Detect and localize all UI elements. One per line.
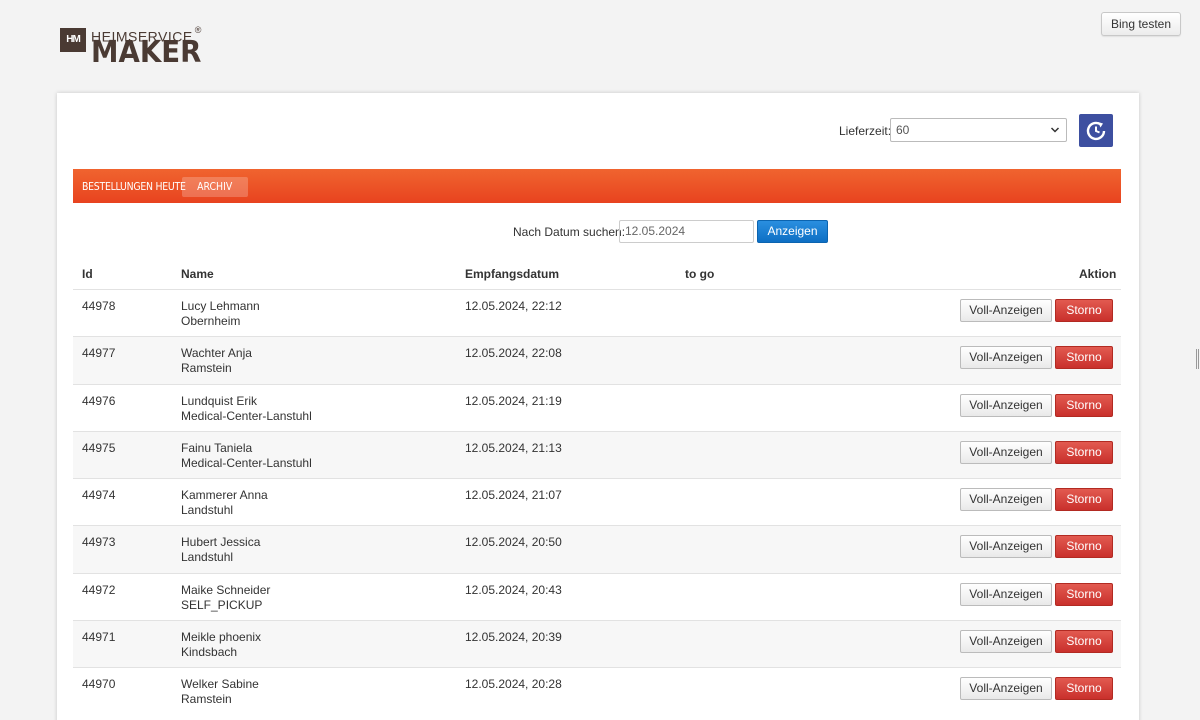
table-row: 44970 Welker Sabine Ramstein 12.05.2024, … [73,667,1121,714]
customer-city: Medical-Center-Lanstuhl [181,408,312,423]
tab-archiv[interactable]: ARCHIV [182,177,248,197]
customer-city: Ramstein [181,361,232,376]
customer-name: Lucy Lehmann [181,299,260,313]
received-date: 12.05.2024, 21:19 [465,393,562,408]
date-search-label: Nach Datum suchen: [513,225,626,239]
lieferzeit-value: 60 [896,123,910,137]
customer-city: Ramstein [181,692,232,707]
order-id: 44971 [82,630,116,645]
date-search-input[interactable]: 12.05.2024 [619,220,754,243]
cancel-order-button[interactable]: Storno [1055,440,1113,464]
received-date: 12.05.2024, 20:28 [465,677,562,692]
lieferzeit-select[interactable]: 60 [890,118,1067,142]
refresh-clock-icon [1086,121,1106,141]
received-date: 12.05.2024, 20:50 [465,535,562,550]
show-full-button[interactable]: Voll-Anzeigen [960,677,1052,701]
order-id: 44978 [82,299,116,313]
customer-city: Obernheim [181,314,241,328]
show-full-button[interactable]: Voll-Anzeigen [960,393,1052,417]
customer-city: Kindsbach [181,645,238,660]
customer-city: SELF_PICKUP [181,597,263,612]
show-full-button[interactable]: Voll-Anzeigen [960,440,1052,464]
received-date: 12.05.2024, 20:43 [465,582,562,597]
customer-city: Landstuhl [181,550,234,565]
received-date: 12.05.2024, 21:07 [465,488,562,503]
order-id: 44976 [82,393,116,408]
cancel-order-button[interactable]: Storno [1055,535,1113,559]
cancel-order-button[interactable]: Storno [1055,630,1113,654]
header-name: Name [181,267,214,281]
order-id: 44973 [82,535,116,550]
customer-name: Hubert Jessica [181,535,261,550]
logo-registered: ® [194,25,202,35]
customer-name: Kammerer Anna [181,488,268,503]
tab-bar: BESTELLUNGEN HEUTE ARCHIV [73,169,1121,203]
bing-test-button[interactable]: Bing testen [1101,12,1181,36]
received-date: 12.05.2024, 22:12 [465,299,562,313]
resize-handle[interactable] [1196,349,1199,369]
customer-name: Fainu Taniela [181,440,253,455]
order-id: 44970 [82,677,116,692]
order-id: 44975 [82,440,116,455]
order-id: 44977 [82,346,116,361]
table-row: 44972 Maike Schneider SELF_PICKUP 12.05.2… [73,572,1121,620]
table-row: 44973 Hubert Jessica Landstuhl 12.05.2024… [73,525,1121,573]
header-action: Aktion [1079,267,1117,281]
show-full-button[interactable]: Voll-Anzeigen [960,535,1052,559]
header-id: Id [82,267,93,281]
tab-archiv-label: ARCHIV [197,180,233,193]
customer-name: Meikle phoenix [181,630,262,645]
show-full-button[interactable]: Voll-Anzeigen [960,299,1052,322]
show-full-button[interactable]: Voll-Anzeigen [960,630,1052,654]
orders-table: 44978 Lucy Lehmann Obernheim 12.05.2024, … [73,289,1121,715]
table-row: 44971 Meikle phoenix Kindsbach 12.05.2024… [73,620,1121,668]
order-id: 44972 [82,582,116,597]
tab-bestellungen-heute[interactable]: BESTELLUNGEN HEUTE [82,180,186,193]
customer-name: Maike Schneider [181,582,271,597]
refresh-button[interactable] [1079,114,1113,147]
table-row: 44976 Lundquist Erik Medical-Center-Lanst… [73,383,1121,431]
show-full-button[interactable]: Voll-Anzeigen [960,346,1052,370]
header-togo: to go [685,267,715,281]
customer-city: Medical-Center-Lanstuhl [181,455,312,470]
cancel-order-button[interactable]: Storno [1055,393,1113,417]
logo: HM HEIMSERVICE ® MAKER [60,25,210,70]
show-full-button[interactable]: Voll-Anzeigen [960,582,1052,606]
customer-name: Lundquist Erik [181,393,258,408]
cancel-order-button[interactable]: Storno [1055,582,1113,606]
cancel-order-button[interactable]: Storno [1055,346,1113,370]
received-date: 12.05.2024, 21:13 [465,440,562,455]
received-date: 12.05.2024, 20:39 [465,630,562,645]
cancel-order-button[interactable]: Storno [1055,677,1113,701]
logo-mark: HM [60,28,86,52]
customer-city: Landstuhl [181,503,234,518]
cancel-order-button[interactable]: Storno [1055,488,1113,512]
show-button[interactable]: Anzeigen [757,220,828,243]
chevron-down-icon [1050,119,1060,150]
show-full-button[interactable]: Voll-Anzeigen [960,488,1052,512]
lieferzeit-label: Lieferzeit: [839,124,892,138]
order-id: 44974 [82,488,116,503]
received-date: 12.05.2024, 22:08 [465,346,562,361]
table-row: 44975 Fainu Taniela Medical-Center-Lanstu… [73,430,1121,479]
header-date: Empfangsdatum [465,267,560,281]
logo-line2: MAKER [91,35,202,70]
cancel-order-button[interactable]: Storno [1055,299,1113,322]
table-row: 44977 Wachter Anja Ramstein 12.05.2024, 2… [73,336,1121,384]
main-panel: Lieferzeit: 60 BESTELLUNGEN HEUTE ARCHIV… [57,93,1139,720]
customer-name: Wachter Anja [181,346,252,361]
customer-name: Welker Sabine [181,677,259,692]
table-row: 44974 Kammerer Anna Landstuhl 12.05.2024,… [73,478,1121,525]
table-row: 44978 Lucy Lehmann Obernheim 12.05.2024, … [73,289,1121,336]
